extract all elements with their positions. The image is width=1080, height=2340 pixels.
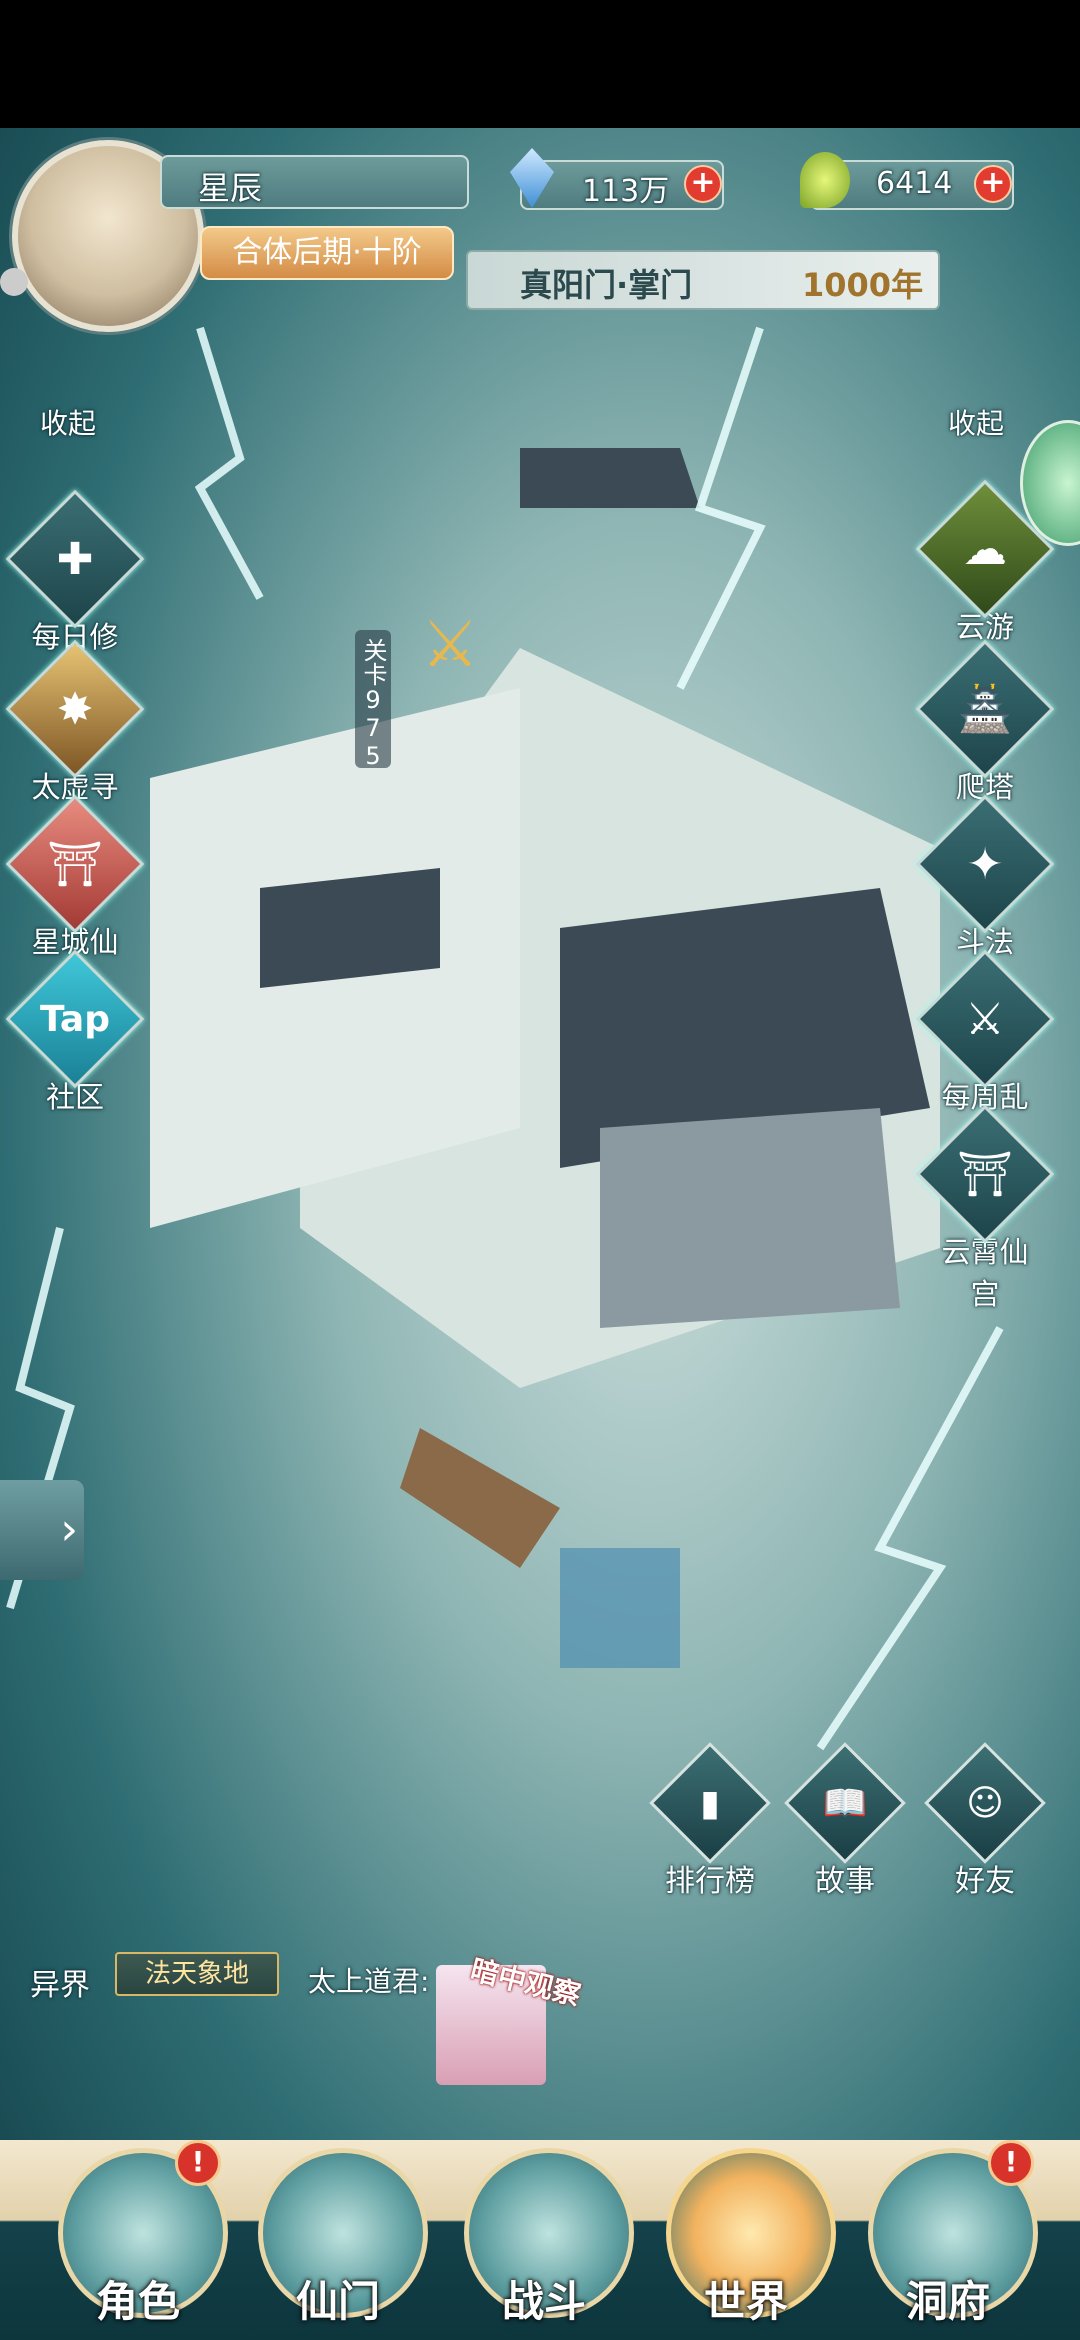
side-hall-roof [260, 868, 440, 988]
jade-icon [800, 152, 850, 208]
sect-title: 真阳门·掌门 [520, 266, 693, 304]
settings-gear-icon[interactable] [0, 268, 28, 296]
cloud-palace-button[interactable]: ⛩ 云霄仙宫 [915, 1104, 1055, 1313]
chat-sticker[interactable]: 暗中观察 [436, 1953, 584, 2085]
tab-label: 洞府 [905, 2277, 990, 2326]
wander-button[interactable]: ☁ 云游 [915, 479, 1055, 646]
right-collapse-button[interactable]: 收起 [948, 402, 1004, 442]
sect-panel: 真阳门·掌门 1000年 [466, 250, 940, 310]
jade-value: 6414 [876, 166, 953, 201]
pagoda-gate-icon: ⛩ [5, 794, 145, 934]
crossed-swords-icon[interactable]: ⚔ [415, 610, 485, 680]
ranking-bars-icon: ▮ [649, 1742, 771, 1864]
upper-gate-roof [520, 448, 700, 508]
stage-number: 975 [365, 686, 381, 770]
realm-label: 异界 [30, 1968, 90, 2003]
palace-icon: ⛩ [915, 1104, 1055, 1244]
tower-icon: 🏯 [915, 639, 1055, 779]
crystal-value: 113万 [582, 174, 670, 209]
tab-label: 角色 [95, 2277, 180, 2326]
duel-button[interactable]: ✦ 斗法 [915, 794, 1055, 961]
leaderboard-button[interactable]: ▮ 排行榜 [649, 1742, 771, 1900]
tab-label: 仙门 [295, 2277, 380, 2326]
friends-icon: ☺ [924, 1742, 1046, 1864]
expand-panel-button[interactable]: › [0, 1480, 84, 1580]
realm-badge[interactable]: 法天象地 [115, 1952, 279, 1996]
treasure-burst-icon: ✸ [5, 639, 145, 779]
stage-marker[interactable]: 关卡 975 [355, 630, 391, 770]
status-bar [0, 0, 1080, 128]
hammer-cross-icon: ✚ [5, 489, 145, 629]
tab-alert-badge: ! [175, 2140, 221, 2186]
sect-years: 1000年 [802, 266, 924, 304]
name-panel: 星辰 [160, 155, 469, 209]
tower-climb-button[interactable]: 🏯 爬塔 [915, 639, 1055, 806]
community-button[interactable]: Tap 社区 [5, 949, 145, 1116]
tab-alert-badge: ! [988, 2140, 1034, 2186]
story-button[interactable]: 📖 故事 [784, 1742, 906, 1900]
add-jade-button[interactable]: + [974, 165, 1012, 203]
rank-badge: 合体后期·十阶 [200, 226, 454, 280]
chat-speaker: 太上道君: [308, 1965, 430, 1998]
player-name: 星辰 [198, 169, 263, 207]
left-collapse-button[interactable]: 收起 [40, 402, 96, 442]
book-icon: 📖 [784, 1742, 906, 1864]
wooden-bridge [400, 1428, 560, 1568]
tap-logo-icon: Tap [5, 949, 145, 1089]
tab-label: 世界 [703, 2277, 788, 2326]
claw-icon: ✦ [915, 794, 1055, 934]
friends-button[interactable]: ☺ 好友 [924, 1742, 1046, 1900]
add-crystal-button[interactable]: + [684, 165, 722, 203]
battle-sword-icon: ⚔ [915, 949, 1055, 1089]
main-hall-body [600, 1108, 900, 1328]
stage-label: 关卡 [359, 638, 387, 686]
waterfall [560, 1548, 680, 1668]
tab-label: 战斗 [501, 2277, 586, 2326]
